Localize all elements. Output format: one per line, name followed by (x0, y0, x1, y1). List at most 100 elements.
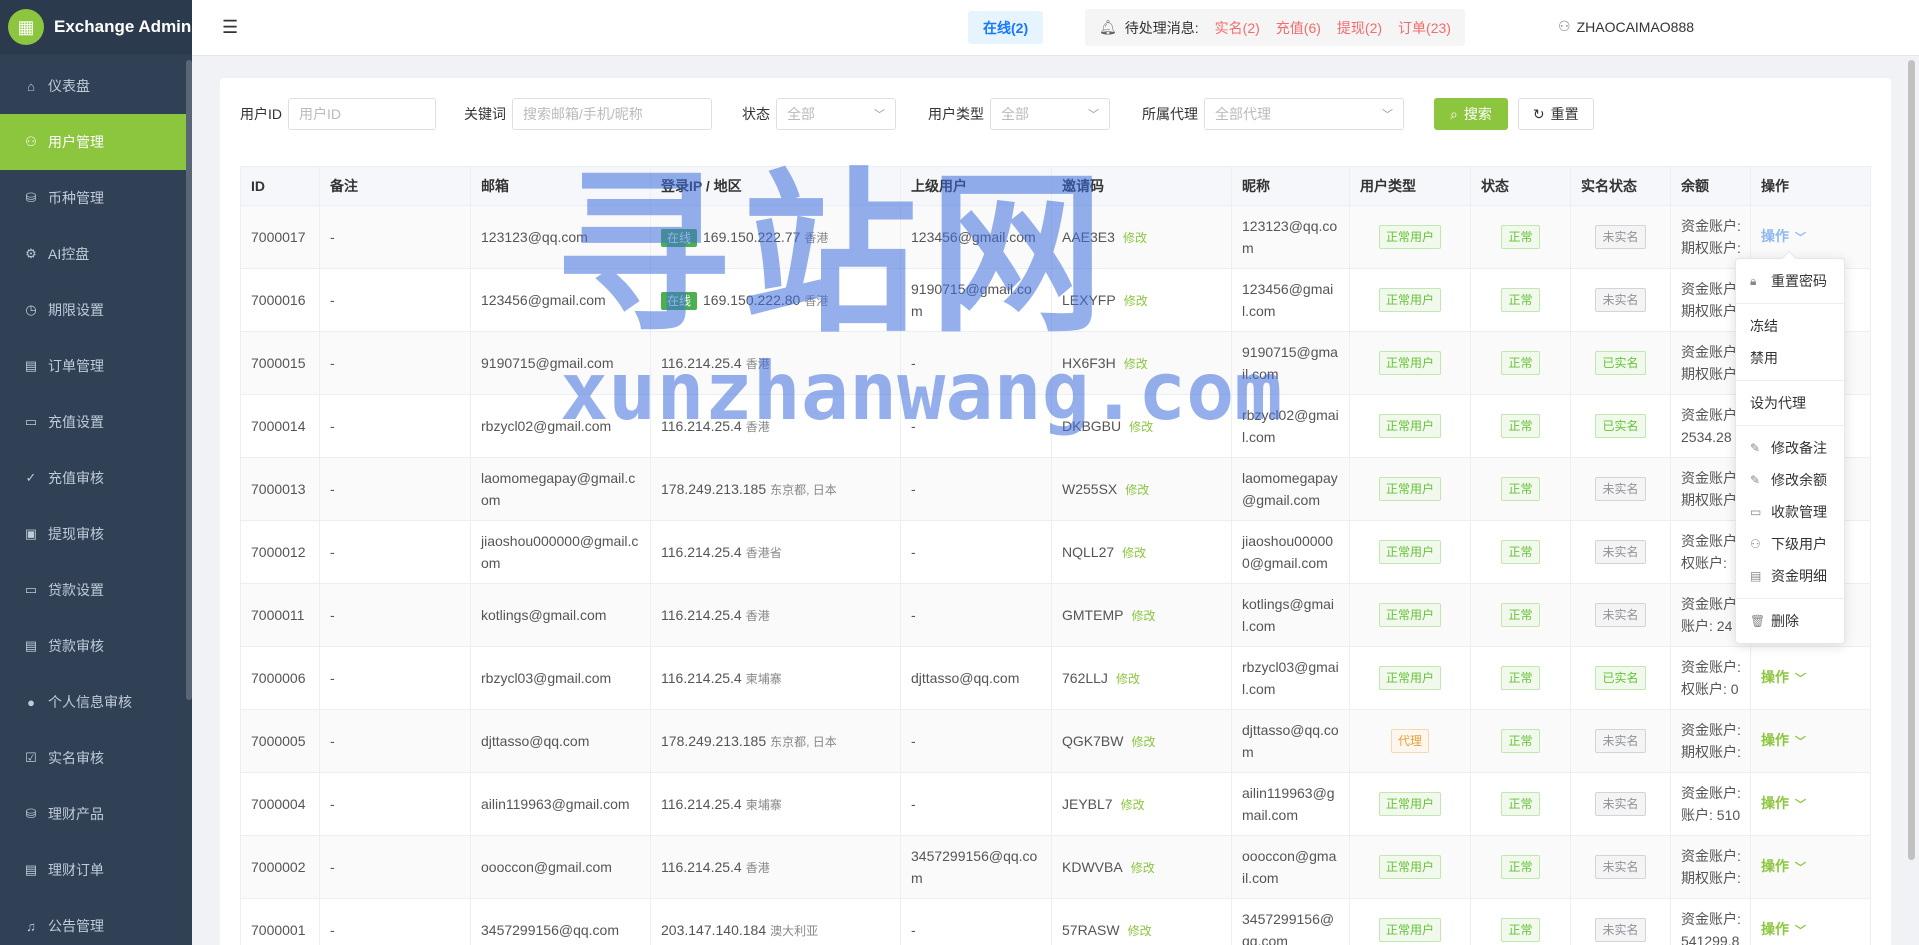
actions-dropdown-toggle[interactable]: 操作 ﹀ (1761, 795, 1806, 811)
cell-nickname: jiaoshou000000@gmail.com (1231, 520, 1350, 584)
cell-note: - (319, 583, 471, 647)
status-tag: 正常 (1501, 603, 1540, 627)
cell-kyc: 未实名 (1570, 457, 1671, 521)
user-icon: ⚇ (1750, 537, 1761, 551)
user-type-tag: 代理 (1390, 729, 1429, 753)
dropdown-item[interactable]: ✎ 修改备注 (1736, 432, 1844, 464)
reset-button[interactable]: ↻ 重置 (1517, 98, 1594, 130)
user-type-select[interactable]: 全部 ﹀ (990, 98, 1110, 130)
cell-invite-code: QGK7BW 修改 (1051, 709, 1232, 773)
dropdown-item[interactable]: ▤ 资金明细 (1736, 560, 1844, 592)
sidebar-item[interactable]: ▤ 贷款审核 (0, 618, 192, 674)
edit-invite-link[interactable]: 修改 (1124, 294, 1148, 308)
menu-toggle-icon[interactable]: ☰ (222, 17, 238, 38)
cell-nickname: 3457299156@qq.com (1231, 898, 1350, 945)
pending-kyc-link[interactable]: 实名(2) (1215, 18, 1260, 38)
kyc-tag: 未实名 (1595, 855, 1646, 879)
cell-nickname: kotlings@gmail.com (1231, 583, 1350, 647)
user-id-label: 用户ID (240, 106, 282, 122)
online-count-badge[interactable]: 在线(2) (968, 11, 1044, 44)
dropdown-item[interactable]: 禁用 (1736, 342, 1844, 374)
user-id-input[interactable]: 用户ID (288, 98, 436, 130)
actions-dropdown-toggle[interactable]: 操作 ﹀ (1761, 921, 1806, 937)
edit-invite-link[interactable]: 修改 (1125, 483, 1149, 497)
pending-deposit-link[interactable]: 充值(6) (1276, 18, 1321, 38)
brand[interactable]: ▦ Exchange Admin (0, 0, 192, 54)
search-button[interactable]: ⌕ 搜索 (1434, 98, 1508, 130)
logo-icon: ▦ (8, 9, 44, 45)
dropdown-item[interactable]: ✎ 修改余额 (1736, 464, 1844, 496)
sidebar-item[interactable]: ▤ 订单管理 (0, 338, 192, 394)
status-select[interactable]: 全部 ﹀ (776, 98, 896, 130)
check-document-icon: ☑ (25, 750, 37, 765)
edit-icon: ✎ (1750, 473, 1761, 487)
ip-address: 178.249.213.185 (661, 480, 767, 497)
person-icon: ● (27, 694, 35, 710)
status-label: 状态 (742, 106, 770, 122)
sidebar-item[interactable]: ▣ 提现审核 (0, 506, 192, 562)
edit-invite-link[interactable]: 修改 (1116, 672, 1140, 686)
cell-id: 7000011 (240, 583, 320, 647)
pending-order-link[interactable]: 订单(23) (1398, 18, 1451, 38)
sidebar-item[interactable]: ⛁ 币种管理 (0, 170, 192, 226)
page-scrollbar[interactable] (1908, 60, 1915, 860)
sidebar-item-label: 贷款审核 (48, 638, 104, 654)
sidebar-item[interactable]: ◷ 期限设置 (0, 282, 192, 338)
actions-dropdown-toggle[interactable]: 操作 ﹀ (1761, 858, 1806, 874)
pending-withdraw-link[interactable]: 提现(2) (1337, 18, 1382, 38)
sidebar-scrollbar[interactable] (186, 60, 192, 700)
sidebar-item[interactable]: ▭ 充值设置 (0, 394, 192, 450)
dropdown-item[interactable]: 设为代理 (1736, 387, 1844, 419)
sidebar-item[interactable]: ⚇ 用户管理 (0, 114, 192, 170)
edit-invite-link[interactable]: 修改 (1122, 546, 1146, 560)
column-header: 状态 (1470, 166, 1571, 206)
sidebar-item[interactable]: ▭ 贷款设置 (0, 562, 192, 618)
sidebar-item[interactable]: ⛁ 理财产品 (0, 786, 192, 842)
document-icon: ▤ (24, 862, 38, 877)
sidebar-item[interactable]: ⌂ 仪表盘 (0, 58, 192, 114)
actions-dropdown-toggle[interactable]: 操作 ﹀ (1761, 669, 1806, 685)
cell-status: 正常 (1470, 772, 1571, 836)
edit-invite-link[interactable]: 修改 (1131, 735, 1155, 749)
dropdown-item-label: 重置密码 (1771, 273, 1827, 289)
cell-id: 7000004 (240, 772, 320, 836)
balance-option: 2534.28 (1681, 429, 1732, 445)
keyword-input[interactable]: 搜索邮箱/手机/昵称 (512, 98, 712, 130)
cell-kyc: 已实名 (1570, 646, 1671, 710)
dropdown-item[interactable]: ▭ 收款管理 (1736, 496, 1844, 528)
cell-id: 7000012 (240, 520, 320, 584)
dropdown-divider (1736, 598, 1844, 599)
edit-invite-link[interactable]: 修改 (1131, 609, 1155, 623)
cell-id: 7000016 (240, 268, 320, 332)
actions-label: 操作 (1761, 795, 1789, 811)
sidebar-item[interactable]: ♫ 公告管理 (0, 898, 192, 945)
sidebar-item-label: 理财产品 (48, 806, 104, 822)
cell-id: 7000001 (240, 898, 320, 945)
agent-select[interactable]: 全部代理 ﹀ (1204, 98, 1404, 130)
edit-invite-link[interactable]: 修改 (1123, 231, 1147, 245)
status-tag: 正常 (1501, 414, 1540, 438)
edit-invite-link[interactable]: 修改 (1121, 798, 1145, 812)
dropdown-item-label: 冻结 (1750, 318, 1778, 334)
edit-invite-link[interactable]: 修改 (1128, 924, 1152, 938)
sidebar-item[interactable]: ● 个人信息审核 (0, 674, 192, 730)
actions-dropdown-toggle[interactable]: 操作 ﹀ (1761, 732, 1806, 748)
dropdown-item[interactable]: 🗑︎ 删除 (1736, 605, 1844, 637)
sidebar-item-label: 提现审核 (48, 526, 104, 542)
dropdown-item[interactable]: ⚇ 下级用户 (1736, 528, 1844, 560)
edit-invite-link[interactable]: 修改 (1131, 861, 1155, 875)
dropdown-item[interactable]: 🔒︎ 重置密码 (1736, 265, 1844, 297)
sidebar-item-label: 个人信息审核 (48, 694, 132, 710)
sidebar-item[interactable]: ✓ 充值审核 (0, 450, 192, 506)
actions-dropdown-toggle[interactable]: 操作 ﹀ (1761, 228, 1806, 244)
cell-kyc: 未实名 (1570, 835, 1671, 899)
cell-id: 7000014 (240, 394, 320, 458)
chevron-down-icon: ﹀ (1795, 925, 1806, 937)
sidebar-item[interactable]: ⚙ AI控盘 (0, 226, 192, 282)
user-menu[interactable]: ⚇ ZHAOCAIMAO888 (1558, 18, 1694, 35)
sidebar-item[interactable]: ▤ 理财订单 (0, 842, 192, 898)
dropdown-item[interactable]: 冻结 (1736, 310, 1844, 342)
sidebar-item[interactable]: ☑ 实名审核 (0, 730, 192, 786)
actions-label: 操作 (1761, 732, 1789, 748)
cell-ip: 116.214.25.4 香港 (650, 583, 901, 647)
